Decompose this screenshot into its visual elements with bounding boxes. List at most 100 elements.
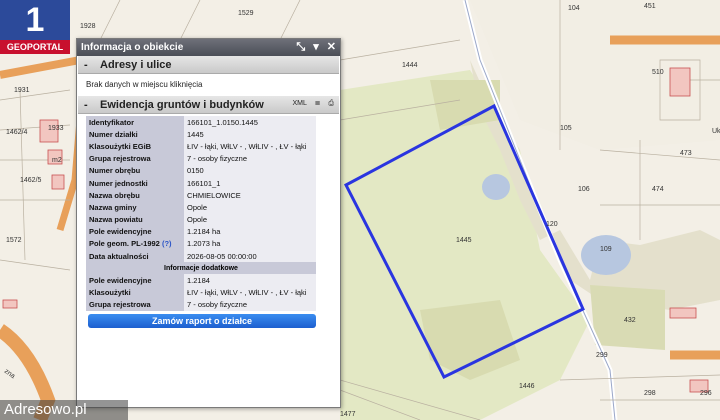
attribute-key-text: Numer działki: [89, 129, 138, 139]
attribute-value: 0150: [184, 164, 316, 177]
section-registry-header[interactable]: - Ewidencja gruntów i budynków XML ≣ ⎙: [78, 96, 339, 114]
pond: [482, 174, 510, 200]
attribute-key-text: Data aktualności: [89, 251, 149, 261]
no-data-message: Brak danych w miejscu kliknięcia: [86, 80, 203, 89]
attribute-value: Opole: [184, 213, 316, 226]
attribute-row: Numer działki 1445: [86, 128, 316, 141]
section-title: Adresy i ulice: [100, 59, 172, 71]
object-info-panel: Informacja o obiekcie ⤡ ▾ ✕ - Adresy i ul…: [76, 38, 341, 408]
subheader-row: Informacje dodatkowe: [86, 262, 316, 275]
attribute-key: Nazwa obrębu: [86, 189, 184, 202]
attribute-value: Opole: [184, 201, 316, 214]
parcel-label: 1445: [456, 237, 472, 244]
parcel-label: 1931: [14, 87, 30, 94]
attribute-key: Pole geom. PL-1992 (?): [86, 237, 184, 251]
parcel-label: 104: [568, 5, 580, 12]
attribute-row: Nazwa gminy Opole: [86, 201, 316, 214]
parcel-label: 510: [652, 69, 664, 76]
attribute-key-text: Grupa rejestrowa: [89, 300, 151, 310]
resize-icon[interactable]: ⤡: [296, 41, 305, 53]
attribute-key-text: Numer jednostki: [89, 178, 148, 188]
attribute-key-text: Identyfikator: [89, 117, 135, 127]
attribute-key: Data aktualności: [86, 250, 184, 263]
parcel-label: 296: [700, 390, 712, 397]
parcel-label: 105: [560, 125, 572, 132]
list-icon[interactable]: ≣: [315, 100, 321, 107]
attribute-key: Nazwa powiatu: [86, 213, 184, 226]
attribute-key-text: Klasoużytki EGiB: [89, 141, 152, 151]
geoportal-logo[interactable]: 1 GEOPORTAL: [0, 0, 70, 54]
attribute-row: Grupa rejestrowa 7 - osoby fizyczne: [86, 298, 316, 311]
attribute-key-text: Numer obrębu: [89, 166, 141, 176]
parcel-label: 473: [680, 150, 692, 157]
attribute-key-text: Nazwa powiatu: [89, 215, 143, 225]
parcel-label: 451: [644, 3, 656, 10]
attribute-row: Pole ewidencyjne 1.2184 ha: [86, 225, 316, 238]
parcel-label: Uk: [712, 128, 720, 135]
attribute-key: Klasoużytki: [86, 286, 184, 299]
print-icon[interactable]: ⎙: [328, 100, 334, 107]
parcel-label: 1462/4: [6, 129, 28, 136]
watermark: Adresowo.pl: [0, 400, 128, 420]
attribute-key: Grupa rejestrowa: [86, 298, 184, 311]
parcel-label: m2: [52, 157, 62, 164]
attribute-row: Klasoużytki EGiB ŁIV - łąki, WłLV - , WłL…: [86, 140, 316, 153]
logo-text: GEOPORTAL: [0, 40, 70, 54]
help-link[interactable]: (?): [162, 239, 172, 248]
attribute-key-text: Grupa rejestrowa: [89, 154, 151, 164]
close-icon[interactable]: ✕: [327, 41, 336, 53]
section-title: Ewidencja gruntów i budynków: [100, 99, 264, 111]
attribute-value: 166101_1: [184, 176, 316, 190]
attribute-row: Identyfikator 166101_1.0150.1445: [86, 116, 316, 129]
attribute-row: Klasoużytki ŁIV - łąki, WłLV - , WłLIV - …: [86, 286, 316, 299]
attribute-key: Klasoużytki EGiB: [86, 140, 184, 153]
panel-title: Informacja o obiekcie: [81, 42, 184, 53]
section-tools: XML ≣ ⎙: [286, 99, 334, 108]
xml-export-button[interactable]: XML: [292, 100, 306, 107]
parcel-label: 1933: [48, 125, 64, 132]
collapse-toggle[interactable]: -: [84, 99, 100, 111]
attribute-row: Pole ewidencyjne 1.2184: [86, 274, 316, 287]
attribute-key: Pole ewidencyjne: [86, 274, 184, 287]
attribute-value: 7 - osoby fizyczne: [184, 152, 316, 165]
attribute-value: 1.2073 ha: [184, 237, 316, 251]
attribute-key: Grupa rejestrowa: [86, 152, 184, 165]
parcel-label: 474: [652, 186, 664, 193]
panel-titlebar[interactable]: Informacja o obiekcie ⤡ ▾ ✕: [77, 39, 340, 56]
parcel-label: 1529: [238, 10, 254, 17]
attribute-key: Identyfikator: [86, 116, 184, 129]
parcel-label: 1572: [6, 237, 22, 244]
attribute-row: Pole geom. PL-1992 (?) 1.2073 ha: [86, 237, 316, 251]
logo-number: 1: [25, 1, 45, 39]
collapse-toggle[interactable]: -: [84, 59, 100, 71]
attribute-key: Numer działki: [86, 128, 184, 141]
attribute-row: Numer jednostki 166101_1: [86, 176, 316, 190]
attribute-value: 1445: [184, 128, 316, 141]
attribute-row: Data aktualności 2026-08-05 00:00:00: [86, 250, 316, 263]
attribute-value: CHMIELOWICE: [184, 189, 316, 202]
parcel-label: 1477: [340, 411, 356, 418]
collapse-icon[interactable]: ▾: [313, 41, 319, 53]
attribute-value: ŁIV - łąki, WłLV - , WłLIV - , ŁV - łąki: [184, 286, 316, 299]
attribute-value: 2026-08-05 00:00:00: [184, 250, 316, 263]
attribute-row: Nazwa powiatu Opole: [86, 213, 316, 226]
panel-controls: ⤡ ▾ ✕: [291, 40, 336, 54]
pond: [581, 235, 631, 275]
attribute-key-text: Klasoużytki: [89, 288, 131, 298]
attribute-value: ŁIV - łąki, WłLV - , WłLIV - , ŁV - łąki: [184, 140, 316, 153]
parcel-label: 1444: [402, 62, 418, 69]
parcel-label: 1446: [519, 383, 535, 390]
parcel-label: 120: [546, 221, 558, 228]
section-addresses-header[interactable]: - Adresy i ulice: [78, 56, 339, 74]
parcel-label: 432: [624, 317, 636, 324]
parcel-label: 298: [644, 390, 656, 397]
order-report-button[interactable]: Zamów raport o działce: [88, 314, 316, 328]
attribute-value: 7 - osoby fizyczne: [184, 298, 316, 311]
attribute-value: 166101_1.0150.1445: [184, 116, 316, 129]
additional-info-title: Informacje dodatkowe: [86, 262, 316, 275]
parcel-label: 299: [596, 352, 608, 359]
attribute-value: 1.2184 ha: [184, 225, 316, 238]
attribute-key-text: Pole ewidencyjne: [89, 227, 152, 237]
attribute-key: Pole ewidencyjne: [86, 225, 184, 238]
attribute-key-text: Pole geom. PL-1992: [89, 239, 160, 249]
